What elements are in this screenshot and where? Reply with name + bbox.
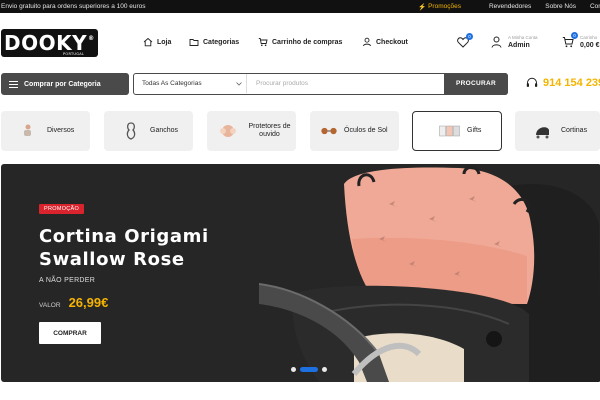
- browse-categories-button[interactable]: Comprar por Categoria: [1, 73, 129, 95]
- top-links: ⚡Promoções Revendedores Sobre Nós Contac…: [418, 3, 600, 11]
- category-card-protetores[interactable]: Protetores de ouvido: [207, 111, 296, 151]
- user-icon: [363, 37, 371, 47]
- category-label: Protetores de ouvido: [248, 122, 291, 138]
- nav-checkout[interactable]: Checkout: [362, 37, 408, 47]
- category-card-cortinas[interactable]: Cortinas: [515, 111, 600, 151]
- account-icon: [491, 36, 501, 48]
- account-button[interactable]: [489, 35, 503, 49]
- slider-dot[interactable]: [291, 367, 296, 372]
- price-label: VALOR: [39, 302, 61, 309]
- menu-icon: [9, 80, 18, 88]
- top-announcement-bar: Envio gratuito para ordens superiores a …: [0, 0, 600, 13]
- sunglasses-thumb: [320, 122, 338, 140]
- slider-dots: [291, 367, 327, 372]
- category-select-value: Todas As Categorias: [142, 80, 202, 87]
- buy-button[interactable]: COMPRAR: [39, 322, 101, 344]
- promo-tag: PROMOÇÃO: [39, 204, 85, 214]
- category-label: Cortinas: [561, 126, 588, 134]
- top-link-label: Promoções: [428, 3, 461, 10]
- cart-count-badge: 0: [571, 32, 578, 39]
- search-row: Comprar por Categoria Todas As Categoria…: [0, 72, 600, 95]
- earmuffs-thumb: [219, 122, 237, 140]
- headset-icon: [526, 77, 538, 87]
- browse-categories-label: Comprar por Categoria: [24, 80, 101, 88]
- search-input[interactable]: [256, 77, 436, 90]
- hook-thumb: [122, 122, 140, 140]
- shipping-notice: Envio gratuito para ordens superiores a …: [1, 3, 146, 10]
- nav-carrinho[interactable]: Carrinho de compras: [258, 37, 342, 47]
- nav-categorias[interactable]: Categorias: [189, 37, 239, 47]
- cart-icon: [258, 38, 268, 47]
- category-select[interactable]: Todas As Categorias: [142, 74, 247, 93]
- top-link-revendedores[interactable]: Revendedores: [489, 3, 531, 11]
- hero-kicker: A NÃO PERDER: [39, 277, 96, 284]
- account-label: A Minha Conta: [508, 35, 538, 40]
- account-name[interactable]: Admin: [508, 42, 530, 49]
- category-strip: Diversos Ganchos Protetores de ouvido Óc…: [0, 111, 600, 153]
- price-value: 26,99€: [68, 295, 109, 310]
- slider-dot[interactable]: [322, 367, 327, 372]
- category-label: Gifts: [467, 126, 482, 134]
- cart-label: Carrinho: [580, 35, 598, 40]
- cart-button[interactable]: 0: [561, 32, 578, 49]
- logo-subtitle: PORTUGAL: [63, 52, 85, 56]
- nav-label: Categorias: [203, 38, 240, 46]
- category-label: Óculos de Sol: [344, 126, 388, 134]
- stroller-image: [259, 164, 600, 382]
- home-icon: [143, 37, 153, 47]
- wishlist-button[interactable]: 0: [456, 33, 473, 49]
- curtain-thumb: [533, 122, 551, 140]
- nav-label: Loja: [157, 38, 172, 46]
- category-label: Diversos: [47, 126, 75, 134]
- category-card-gifts[interactable]: Gifts: [412, 111, 502, 151]
- top-link-promocoes[interactable]: ⚡ Promoções: [418, 3, 475, 11]
- category-card-ganchos[interactable]: Ganchos: [104, 111, 193, 151]
- category-label: Ganchos: [150, 126, 179, 134]
- hero-banner: PROMOÇÃO Cortina Origami Swallow Rose A …: [1, 164, 600, 382]
- site-header: DOOKY ® PORTUGAL Loja Categorias Carrinho…: [0, 13, 600, 71]
- gifts-thumb: [439, 122, 461, 140]
- category-card-diversos[interactable]: Diversos: [1, 111, 90, 151]
- chevron-down-icon: [236, 81, 242, 86]
- phone-number: 914 154 239: [543, 77, 600, 89]
- nav-loja[interactable]: Loja: [143, 37, 171, 47]
- top-link-contacte-nos[interactable]: Contacte-nos: [590, 3, 600, 11]
- slider-dot-active[interactable]: [300, 367, 318, 372]
- category-card-oculos[interactable]: Óculos de Sol: [310, 111, 399, 151]
- folder-icon: [189, 39, 199, 46]
- cart-total[interactable]: 0,00 €: [580, 42, 599, 49]
- bolt-icon: ⚡: [418, 3, 427, 11]
- search-bar: Todas As Categorias PROCURAR: [133, 72, 508, 95]
- hero-price-row: VALOR 26,99€: [39, 295, 108, 310]
- site-logo[interactable]: DOOKY ® PORTUGAL: [1, 29, 98, 57]
- search-button[interactable]: PROCURAR: [444, 72, 508, 95]
- nav-label: Carrinho de compras: [272, 38, 343, 46]
- hero-title: Cortina Origami Swallow Rose: [39, 226, 209, 270]
- top-link-sobre-nos[interactable]: Sobre Nós: [545, 3, 576, 11]
- wishlist-count-badge: 0: [466, 33, 473, 40]
- diversos-thumb: [19, 122, 37, 140]
- nav-label: Checkout: [376, 38, 408, 46]
- phone-contact[interactable]: 914 154 239: [526, 77, 600, 89]
